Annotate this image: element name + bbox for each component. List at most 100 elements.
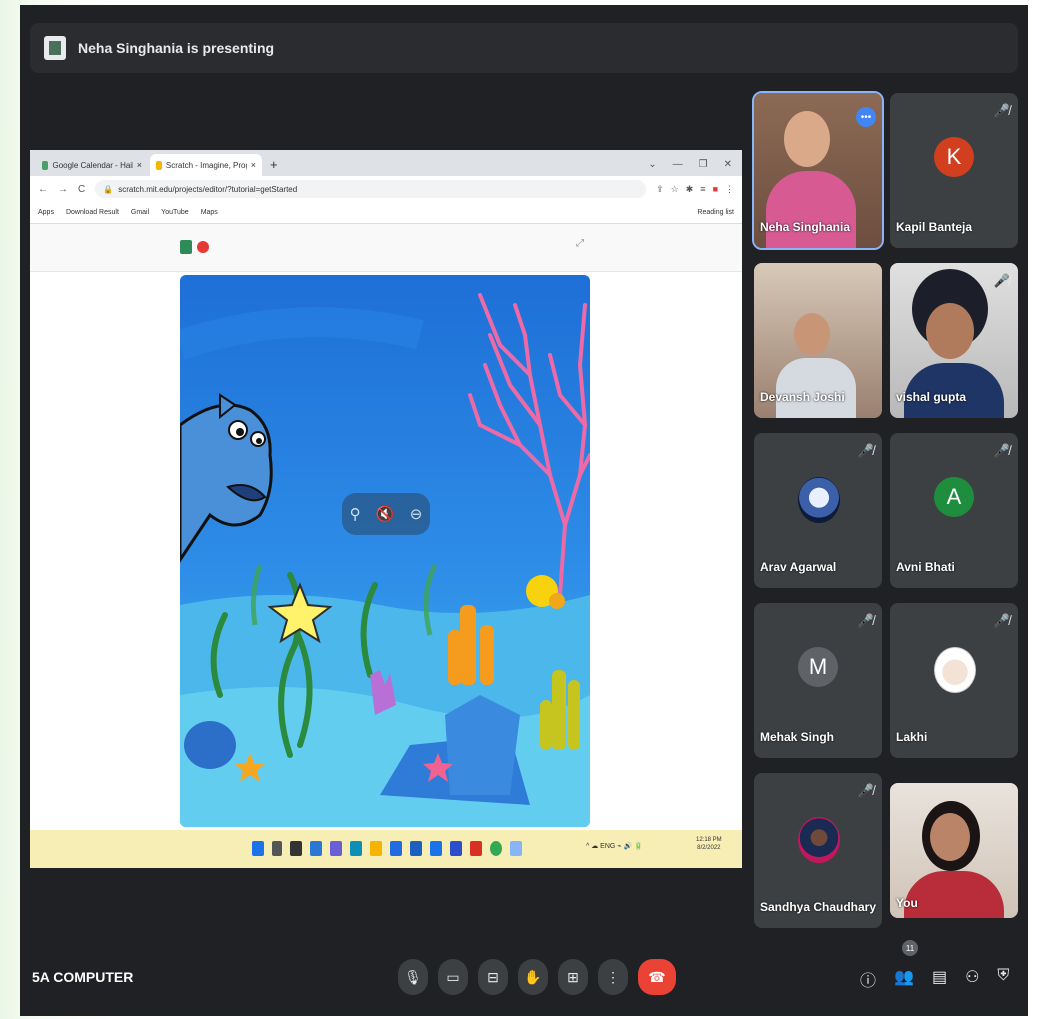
scratch-favicon-icon [156, 160, 162, 170]
star-icon[interactable]: ☆ [671, 184, 679, 195]
app-icon[interactable] [450, 841, 462, 856]
participant-tile-kapil-banteja[interactable]: 🎤̸ K Kapil Banteja [890, 93, 1018, 248]
media-icon[interactable]: ≡ [700, 184, 705, 195]
browser-tab[interactable]: Google Calendar - Hailey Jamu × [36, 154, 148, 176]
meeting-name: 5A COMPUTER [32, 969, 134, 985]
maximize-icon[interactable]: ❐ [699, 159, 708, 170]
reading-list[interactable]: Reading list [697, 209, 734, 216]
scratch-stage[interactable]: ⚲ 🔇 ⊖ [180, 275, 590, 827]
camera-icon: ▭ [446, 968, 460, 985]
mute-audio-icon[interactable]: 🔇 [376, 505, 395, 523]
new-tab-icon[interactable]: + [264, 157, 284, 176]
camera-button[interactable]: ▭ [438, 959, 468, 995]
office-icon[interactable] [470, 841, 482, 856]
windows-start-icon[interactable] [252, 841, 264, 856]
scratch-stage-header: ⤢ [30, 224, 742, 272]
participant-body [776, 358, 856, 418]
present-button[interactable]: ⊞ [558, 959, 588, 995]
participant-body [766, 171, 856, 248]
bookmark-download-result[interactable]: Download Result [66, 209, 119, 216]
underwater-scene [180, 275, 590, 827]
mic-off-icon: 🎤̸ [993, 273, 1010, 288]
more-options-icon[interactable]: ••• [856, 107, 876, 127]
close-window-icon[interactable]: ✕ [724, 159, 732, 170]
back-icon[interactable]: ← [38, 184, 48, 195]
store-icon[interactable] [390, 841, 402, 856]
bookmark-maps[interactable]: Maps [201, 209, 218, 216]
participant-tile-avni-bhati[interactable]: 🎤̸ A Avni Bhati [890, 433, 1018, 588]
more-options-button[interactable]: ⋮ [598, 959, 628, 995]
participant-face [784, 111, 830, 167]
address-bar[interactable]: 🔒 scratch.mit.edu/projects/editor/?tutor… [95, 180, 647, 198]
participant-tile-devansh-joshi[interactable]: Devansh Joshi [754, 263, 882, 418]
avatar [934, 647, 976, 693]
presentation-icon [44, 36, 66, 60]
host-controls-icon[interactable]: ⛨ [997, 967, 1009, 991]
chevron-down-icon[interactable]: ⌄ [648, 159, 656, 170]
participant-tile-vishal-gupta[interactable]: 🎤̸ vishal gupta [890, 263, 1018, 418]
address-row: ← → C 🔒 scratch.mit.edu/projects/editor/… [30, 176, 742, 202]
participant-name: Mehak Singh [760, 730, 835, 744]
raise-hand-button[interactable]: ✋ [518, 959, 548, 995]
bookmark-apps[interactable]: Apps [38, 209, 54, 216]
app-icon[interactable] [430, 841, 442, 856]
meeting-bottom-bar: 5A COMPUTER 🎙 ▭ ⊟ ✋ ⊞ ⋮ ☎ 11 ⓘ 👥 ▤ ⚇ ⛨ [20, 935, 1028, 1016]
taskview-icon[interactable] [290, 841, 302, 856]
chat-icon[interactable]: ▤ [932, 967, 947, 991]
search-icon[interactable] [272, 841, 282, 856]
meet-window: Neha Singhania is presenting Google Cale… [20, 5, 1028, 1016]
participant-tile-arav-agarwal[interactable]: 🎤̸ Arav Agarwal [754, 433, 882, 588]
participant-name: Arav Agarwal [760, 560, 837, 574]
captions-icon: ⊟ [487, 968, 499, 985]
forward-icon[interactable]: → [58, 184, 68, 195]
taskbar-clock[interactable]: 12:18 PM 8/2/2022 [696, 836, 722, 852]
bookmark-youtube[interactable]: YouTube [161, 209, 189, 216]
present-icon: ⊞ [567, 968, 579, 985]
screenshare-overlay-controls: ⚲ 🔇 ⊖ [342, 493, 430, 535]
participant-face [930, 813, 970, 861]
microphone-button[interactable]: 🎙 [398, 959, 428, 995]
bookmark-gmail[interactable]: Gmail [131, 209, 149, 216]
fullscreen-icon[interactable]: ⤢ [576, 238, 584, 249]
participant-name: You [896, 896, 918, 910]
avatar: A [934, 477, 974, 517]
participant-name: Neha Singhania [760, 220, 851, 234]
chrome-icon[interactable] [490, 841, 502, 856]
stop-icon[interactable] [197, 241, 209, 253]
share-icon[interactable]: ⇪ [656, 184, 664, 195]
participant-tile-you[interactable]: You [890, 783, 1018, 918]
reload-icon[interactable]: C [78, 184, 85, 195]
close-tab-icon[interactable]: × [137, 160, 142, 170]
chat-icon[interactable] [330, 841, 342, 856]
browser-tab-active[interactable]: Scratch - Imagine, Program, Share × [150, 154, 262, 176]
participant-tile-mehak-singh[interactable]: 🎤̸ M Mehak Singh [754, 603, 882, 758]
remove-icon[interactable]: ⊖ [410, 505, 423, 523]
system-tray[interactable]: ^ ☁ ENG ⌁ 🔊 🔋 [586, 842, 643, 850]
mic-off-icon: 🎤̸ [993, 613, 1010, 628]
minimize-icon[interactable]: — [673, 159, 683, 170]
participant-tile-neha-singhania[interactable]: ••• Neha Singhania [752, 91, 884, 250]
edge-icon[interactable] [350, 841, 362, 856]
mic-off-icon: 🎤̸ [993, 443, 1010, 458]
participant-face [794, 313, 830, 355]
menu-icon[interactable]: ⋮ [725, 184, 734, 195]
app-icon[interactable] [510, 841, 522, 856]
leave-call-button[interactable]: ☎ [638, 959, 676, 995]
activities-icon[interactable]: ⚇ [965, 967, 979, 991]
widgets-icon[interactable] [310, 841, 322, 856]
shared-screen: Google Calendar - Hailey Jamu × Scratch … [30, 150, 742, 868]
info-icon[interactable]: ⓘ [860, 967, 876, 991]
profile-icon[interactable]: ■ [713, 184, 718, 195]
extension-icon[interactable]: ✱ [686, 184, 694, 195]
participant-tile-lakhi[interactable]: 🎤̸ Lakhi [890, 603, 1018, 758]
close-tab-icon[interactable]: × [251, 160, 256, 170]
presenting-banner: Neha Singhania is presenting [30, 23, 1018, 73]
people-icon[interactable]: 👥 [894, 967, 914, 991]
green-flag-icon[interactable] [180, 240, 192, 254]
mail-icon[interactable] [410, 841, 422, 856]
explorer-icon[interactable] [370, 841, 382, 856]
pin-icon[interactable]: ⚲ [350, 505, 361, 523]
mic-off-icon: 🎤̸ [857, 443, 874, 458]
captions-button[interactable]: ⊟ [478, 959, 508, 995]
participant-tile-sandhya-chaudhary[interactable]: 🎤̸ Sandhya Chaudhary [754, 773, 882, 928]
